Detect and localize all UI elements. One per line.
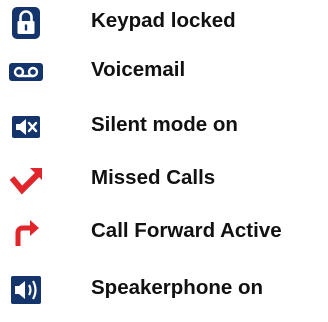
legend-label-voicemail: Voicemail — [91, 58, 186, 81]
legend-row-silent-mode: Silent mode on — [0, 107, 328, 147]
legend-label-call-forward: Call Forward Active — [91, 219, 282, 242]
speaker-muted-icon — [6, 107, 46, 147]
legend-label-missed-calls: Missed Calls — [91, 166, 216, 189]
speakerphone-icon — [6, 270, 46, 310]
legend-label-speakerphone: Speakerphone on — [91, 276, 264, 299]
legend-label-silent-mode: Silent mode on — [91, 113, 238, 136]
legend-label-keypad-locked: Keypad locked — [91, 9, 236, 32]
legend-row-missed-calls: Missed Calls — [0, 160, 328, 200]
legend-row-voicemail: Voicemail — [0, 52, 328, 92]
missed-call-arrow-icon — [6, 160, 46, 200]
status-icon-legend: Keypad locked Voicemail Silent mode on M… — [0, 0, 328, 322]
call-forward-arrow-icon — [6, 213, 46, 253]
legend-row-speakerphone: Speakerphone on — [0, 270, 328, 310]
padlock-icon — [6, 3, 46, 43]
voicemail-icon — [6, 52, 46, 92]
legend-row-keypad-locked: Keypad locked — [0, 3, 328, 43]
legend-row-call-forward: Call Forward Active — [0, 213, 328, 253]
